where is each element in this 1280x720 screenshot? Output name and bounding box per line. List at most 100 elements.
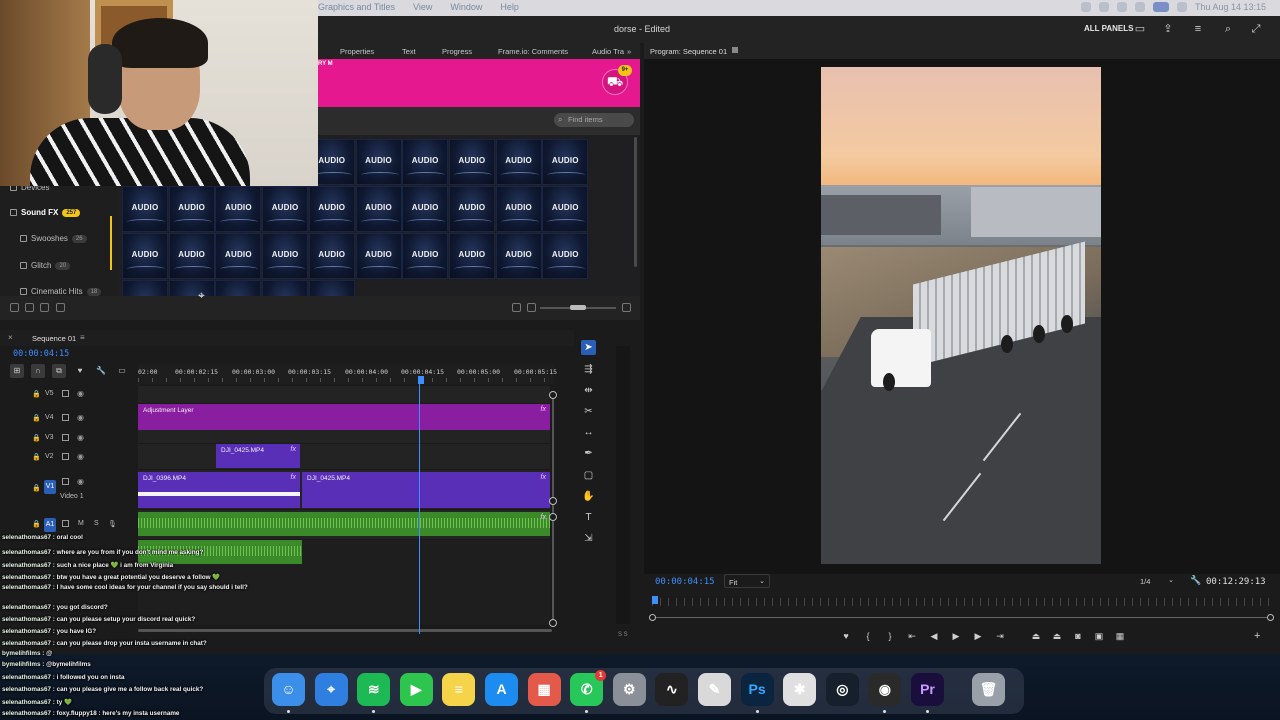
spotify-icon[interactable]: ≋ [357, 673, 391, 713]
bluetooth-icon[interactable]: ✱ [783, 673, 817, 706]
razor-tool-icon[interactable]: ✂ [581, 404, 596, 419]
fullscreen-icon[interactable]: ⤢ [1250, 23, 1262, 35]
tab-audio-track[interactable]: Audio Tra [592, 47, 624, 56]
track-target-v1[interactable]: V1 [44, 480, 56, 494]
audio-tile[interactable]: AUDIO [262, 233, 309, 279]
add-button-icon[interactable]: + [1254, 630, 1260, 642]
app-store-icon[interactable]: A [485, 673, 518, 706]
tab-frameio-comments[interactable]: Frame.io: Comments [498, 47, 568, 56]
program-monitor-title[interactable]: Program: Sequence 01 [650, 47, 727, 56]
audio-tile[interactable]: AUDIO [495, 233, 542, 279]
fx-badge[interactable]: fx [291, 474, 296, 481]
sync-lock-icon[interactable] [62, 520, 69, 527]
panel-menu-icon[interactable]: ≡ [80, 333, 85, 342]
audio-tile[interactable]: AUDIO [308, 233, 355, 279]
insert-sequence-icon[interactable]: ⊞ [10, 364, 24, 378]
clip-audio[interactable]: fx [138, 512, 550, 536]
premiere-icon[interactable]: Pr [911, 673, 944, 713]
audio-tile[interactable]: AUDIO [215, 233, 262, 279]
lift-icon[interactable]: ⏏ [1030, 630, 1042, 642]
filter-icon[interactable] [56, 303, 65, 312]
mark-in-icon[interactable]: { [862, 630, 874, 642]
type-tool-icon[interactable]: T [581, 510, 596, 525]
track-lane-v1[interactable]: DJI_0396.MP4 fx DJI_0425.MP4 fx [138, 470, 550, 510]
multicam-icon[interactable]: ▦ [1114, 630, 1126, 642]
eye-icon[interactable]: ◉ [77, 413, 84, 422]
hand-tool-icon[interactable]: ✋ [581, 489, 596, 504]
solo-button[interactable]: S [94, 520, 99, 527]
video-preview[interactable] [821, 67, 1101, 564]
add-marker-icon[interactable]: ♥ [840, 630, 852, 642]
audio-tile[interactable]: AUDIO [308, 280, 355, 296]
panel-menu-icon[interactable] [732, 47, 738, 53]
go-to-out-icon[interactable]: ⇥ [994, 630, 1006, 642]
lock-icon[interactable]: 🔒 [32, 434, 41, 442]
timeline-playhead[interactable] [418, 376, 424, 384]
audio-tile[interactable]: AUDIO [542, 139, 589, 185]
all-panels-button[interactable]: ALL PANELS [1084, 24, 1133, 33]
status-icon[interactable] [1116, 2, 1127, 12]
settings-icon[interactable] [10, 303, 19, 312]
system-settings-icon[interactable]: ⚙ [612, 673, 646, 706]
menu-view[interactable]: View [413, 2, 432, 12]
timeline-vertical-scrollbar[interactable] [549, 391, 557, 627]
scroll-handle-end[interactable] [1267, 614, 1274, 621]
activity-monitor-icon[interactable]: ∿ [655, 673, 689, 706]
clip-v1-a[interactable]: DJI_0396.MP4 fx [138, 472, 300, 508]
zoom-knob[interactable] [570, 305, 586, 310]
sync-lock-icon[interactable] [62, 390, 69, 397]
audio-tile[interactable]: AUDIO [168, 233, 215, 279]
sidebar-item-sound-fx[interactable]: Sound FX 257 [10, 208, 81, 217]
clip-v2[interactable]: DJI_0425.MP4 fx [216, 444, 300, 468]
whatsapp-icon[interactable]: ✆ 1 [570, 670, 607, 713]
menu-window[interactable]: Window [450, 2, 482, 12]
monitor-playhead[interactable] [652, 596, 658, 604]
audio-tile[interactable]: AUDIO [122, 233, 168, 279]
scroll-handle[interactable] [549, 513, 557, 521]
search-icon[interactable] [1176, 2, 1187, 12]
eye-icon[interactable]: ◉ [77, 477, 84, 486]
rectangle-tool-icon[interactable]: ▢ [581, 468, 596, 483]
fx-badge[interactable]: fx [541, 406, 546, 413]
control-center-icon[interactable] [1152, 2, 1169, 12]
scroll-handle-start[interactable] [649, 614, 656, 621]
lock-icon[interactable]: 🔒 [32, 453, 41, 461]
track-lane-v2[interactable]: DJI_0425.MP4 fx [138, 444, 550, 470]
audio-tile[interactable]: AUDIO [355, 233, 402, 279]
status-icon[interactable] [1134, 2, 1145, 12]
fx-badge[interactable]: fx [541, 514, 546, 521]
audio-tile[interactable]: AUDIO [122, 280, 168, 296]
menu-help[interactable]: Help [500, 2, 519, 12]
track-target-a1[interactable]: A1 [44, 518, 56, 532]
scroll-handle[interactable] [549, 497, 557, 505]
grid-scrollbar[interactable] [634, 137, 637, 267]
search-input[interactable]: ⌕ Find items [554, 113, 634, 127]
steam-icon[interactable]: ◎ [825, 673, 859, 706]
track-lane-v4[interactable]: Adjustment Layer fx [138, 404, 550, 430]
lock-icon[interactable]: 🔒 [32, 520, 41, 528]
audio-tile[interactable]: AUDIO [355, 186, 402, 232]
add-marker-icon[interactable]: ♥ [73, 364, 87, 378]
export-frame-icon[interactable]: ◙ [1072, 630, 1084, 642]
new-item-icon[interactable] [622, 303, 631, 312]
comparison-view-icon[interactable]: ▣ [1093, 630, 1105, 642]
audio-tile[interactable]: AUDIO [448, 233, 495, 279]
generative-extend-icon[interactable]: ⇲ [581, 531, 596, 546]
sync-lock-icon[interactable] [62, 478, 69, 485]
resolution-dropdown[interactable]: 1/4 ⌄ [1136, 574, 1176, 588]
photoshop-icon[interactable]: Ps [740, 673, 774, 713]
audio-tile[interactable]: AUDIO [495, 139, 542, 185]
lock-icon[interactable]: 🔒 [32, 484, 41, 492]
selection-tool-icon[interactable]: ➤ [581, 340, 596, 355]
launchpad-icon[interactable]: ▦ [527, 673, 561, 706]
search-icon[interactable]: ⌕ [1222, 23, 1234, 35]
list-view-icon[interactable] [25, 303, 34, 312]
track-lane-v5[interactable] [138, 386, 550, 404]
mute-button[interactable]: M [78, 520, 84, 527]
status-icon[interactable] [1098, 2, 1109, 12]
obs-icon[interactable]: ◉ [868, 673, 902, 713]
audio-tile[interactable]: AUDIO [308, 186, 355, 232]
fx-badge[interactable]: fx [291, 446, 296, 453]
menu-graphics-titles[interactable]: Graphics and Titles [318, 2, 395, 12]
notes-icon[interactable]: ≡ [442, 673, 476, 706]
